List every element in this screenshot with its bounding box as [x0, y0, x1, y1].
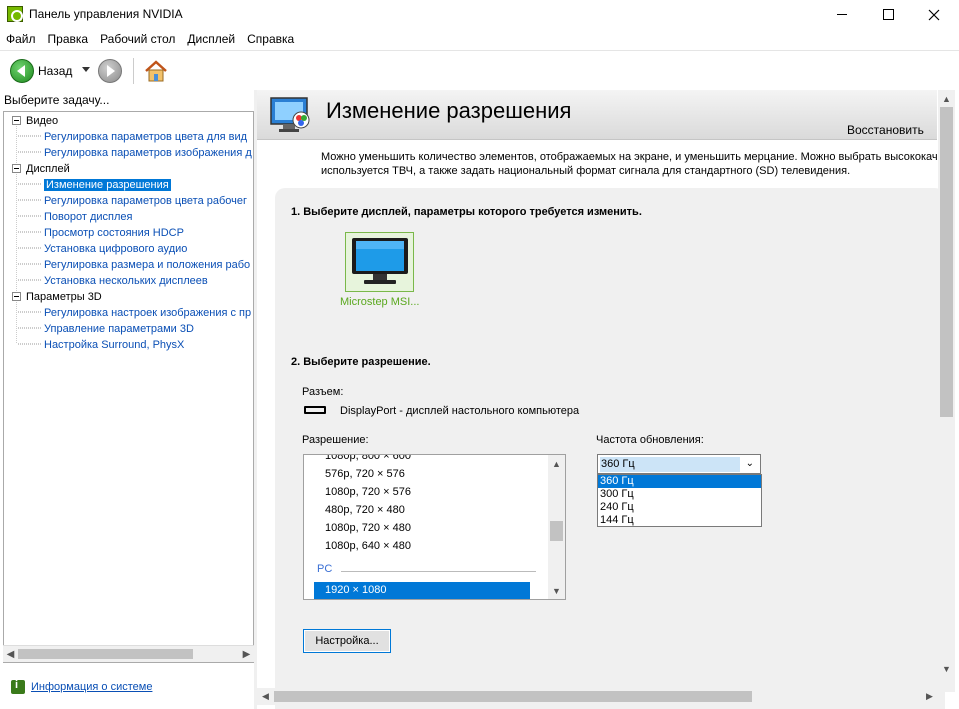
menu-desktop[interactable]: Рабочий стол — [94, 29, 181, 49]
tree-item-multiple-displays[interactable]: Установка нескольких дисплеев — [44, 273, 208, 289]
system-info-link-row[interactable]: Информация о системе — [11, 679, 152, 695]
scroll-up-icon[interactable]: ▲ — [548, 455, 565, 472]
tree-category-display[interactable]: Дисплей — [12, 161, 70, 177]
monitor-icon — [352, 238, 408, 284]
tree-item-surround-physx[interactable]: Настройка Surround, PhysX — [44, 337, 184, 353]
scroll-thumb[interactable] — [274, 691, 752, 702]
content-vertical-scrollbar[interactable]: ▲ ▼ — [938, 90, 955, 692]
refresh-rate-label: Частота обновления: — [596, 434, 704, 446]
refresh-option[interactable]: 240 Гц — [598, 501, 761, 514]
resolution-list-scrollbar[interactable]: ▲ ▼ — [548, 455, 565, 599]
tree-item-3d-image-settings[interactable]: Регулировка настроек изображения с пр — [44, 305, 251, 321]
displayport-icon — [304, 406, 326, 414]
tree-item-video-image[interactable]: Регулировка параметров изображения д — [44, 145, 252, 161]
tree-item-digital-audio[interactable]: Установка цифрового аудио — [44, 241, 187, 257]
step1-heading: 1. Выберите дисплей, параметры которого … — [291, 206, 642, 218]
tree-item-desktop-size[interactable]: Регулировка размера и положения рабо — [44, 257, 250, 273]
tree-item-change-resolution[interactable]: Изменение разрешения — [44, 177, 171, 193]
collapse-icon[interactable] — [12, 116, 21, 125]
scroll-thumb[interactable] — [550, 521, 563, 541]
task-pane-header: Выберите задачу... — [4, 93, 110, 107]
scroll-up-icon[interactable]: ▲ — [938, 90, 955, 107]
home-icon — [145, 60, 167, 82]
history-dropdown-icon[interactable] — [82, 67, 90, 72]
scroll-left-icon[interactable]: ◀ — [257, 688, 274, 705]
task-tree: Видео Регулировка параметров цвета для в… — [3, 111, 254, 663]
content-pane: Изменение разрешения Восстановить Можно … — [257, 90, 959, 709]
page-description: Можно уменьшить количество элементов, от… — [321, 151, 938, 177]
minimize-button[interactable] — [819, 0, 865, 29]
restore-defaults-button[interactable]: Восстановить — [847, 123, 924, 137]
resolution-group-pc: PC — [317, 563, 333, 575]
home-button[interactable] — [143, 58, 169, 84]
resolution-label: Разрешение: — [302, 434, 369, 446]
refresh-option[interactable]: 360 Гц — [598, 475, 761, 488]
list-item[interactable]: 1080p, 800 × 600 — [325, 455, 411, 465]
list-item[interactable]: 1080p, 720 × 576 — [325, 483, 411, 501]
tree-item-video-color[interactable]: Регулировка параметров цвета для вид — [44, 129, 247, 145]
menu-file[interactable]: Файл — [0, 29, 42, 49]
collapse-icon[interactable] — [12, 292, 21, 301]
system-info-icon — [11, 679, 25, 694]
page-title: Изменение разрешения — [326, 98, 572, 123]
title-bar: Панель управления NVIDIA — [0, 0, 959, 29]
tree-item-manage-3d[interactable]: Управление параметрами 3D — [44, 321, 194, 337]
tree-item-desktop-color[interactable]: Регулировка параметров цвета рабочег — [44, 193, 247, 209]
maximize-button[interactable] — [865, 0, 911, 29]
tree-item-hdcp-status[interactable]: Просмотр состояния HDCP — [44, 225, 184, 241]
tree-connector-lines — [16, 126, 42, 345]
chevron-down-icon: ⌄ — [745, 458, 754, 469]
menu-bar: Файл Правка Рабочий стол Дисплей Справка — [0, 29, 959, 49]
refresh-option[interactable]: 144 Гц — [598, 514, 761, 527]
list-item[interactable]: 576p, 720 × 576 — [325, 465, 405, 483]
group-divider — [341, 571, 536, 572]
display-tile[interactable] — [345, 232, 414, 292]
scroll-down-icon[interactable]: ▼ — [548, 582, 565, 599]
tree-horizontal-scrollbar[interactable]: ◀ ▶ — [3, 645, 254, 662]
step2-heading: 2. Выберите разрешение. — [291, 356, 431, 368]
scroll-down-icon[interactable]: ▼ — [938, 660, 955, 677]
system-info-link[interactable]: Информация о системе — [31, 681, 152, 693]
menu-display[interactable]: Дисплей — [181, 29, 241, 49]
tree-category-video[interactable]: Видео — [12, 113, 58, 129]
customize-button[interactable]: Настройка... — [303, 629, 391, 653]
settings-panel: 1. Выберите дисплей, параметры которого … — [275, 188, 945, 709]
forward-arrow-icon[interactable] — [98, 59, 122, 83]
back-button[interactable]: Назад — [38, 64, 72, 78]
window-title: Панель управления NVIDIA — [29, 7, 183, 21]
scroll-thumb[interactable] — [940, 107, 953, 417]
close-icon — [928, 9, 940, 20]
scroll-right-icon[interactable]: ▶ — [921, 688, 938, 705]
list-item[interactable]: 480p, 720 × 480 — [325, 501, 405, 519]
scroll-thumb[interactable] — [18, 649, 193, 659]
content-horizontal-scrollbar[interactable]: ◀ ▶ — [257, 688, 938, 705]
tree-item-rotate-display[interactable]: Поворот дисплея — [44, 209, 132, 225]
list-item[interactable]: 1080p, 720 × 480 — [325, 519, 411, 537]
close-button[interactable] — [911, 0, 957, 29]
refresh-rate-value: 360 Гц — [600, 457, 740, 472]
connector-value: DisplayPort - дисплей настольного компью… — [340, 405, 580, 417]
toolbar-separator — [133, 58, 134, 84]
display-name[interactable]: Microstep MSI... — [340, 296, 419, 308]
resolution-list[interactable]: 1080p, 800 × 600 576p, 720 × 576 1080p, … — [303, 454, 566, 600]
list-item[interactable]: 1080p, 640 × 480 — [325, 537, 411, 555]
back-arrow-icon[interactable] — [10, 59, 34, 83]
toolbar: Назад — [0, 50, 959, 89]
refresh-rate-select[interactable]: 360 Гц ⌄ — [597, 454, 761, 474]
menu-edit[interactable]: Правка — [42, 29, 95, 49]
menu-help[interactable]: Справка — [241, 29, 300, 49]
scroll-left-icon[interactable]: ◀ — [3, 646, 18, 663]
resolution-selected-item[interactable]: 1920 × 1080 — [314, 582, 530, 599]
refresh-option[interactable]: 300 Гц — [598, 488, 761, 501]
refresh-rate-options[interactable]: 360 Гц 300 Гц 240 Гц 144 Гц — [597, 474, 762, 527]
collapse-icon[interactable] — [12, 164, 21, 173]
page-banner: Изменение разрешения Восстановить — [257, 90, 937, 140]
tree-category-3d[interactable]: Параметры 3D — [12, 289, 102, 305]
scroll-right-icon[interactable]: ▶ — [239, 646, 254, 663]
nvidia-app-icon — [7, 6, 23, 22]
display-settings-icon — [270, 97, 310, 132]
connector-label: Разъем: — [302, 386, 344, 398]
